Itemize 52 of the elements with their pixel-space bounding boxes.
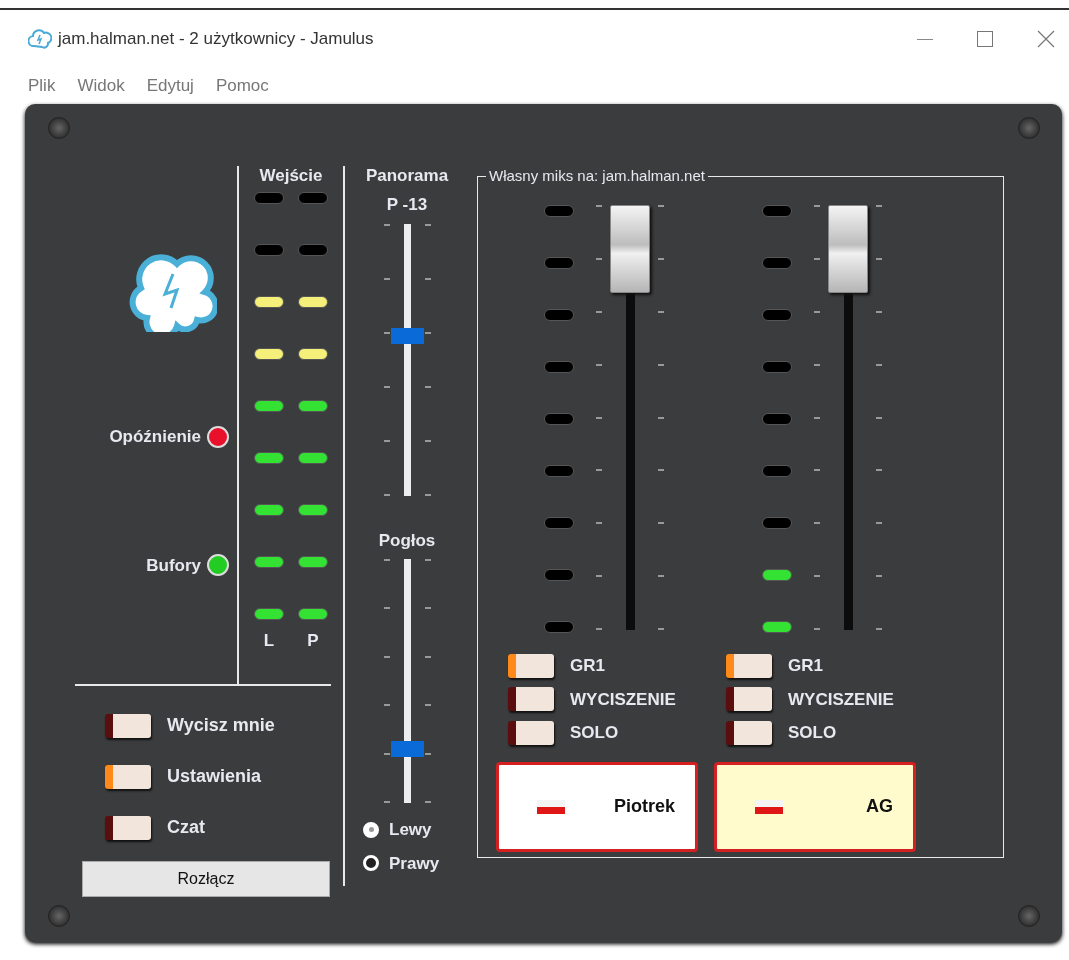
- disconnect-button[interactable]: Rozłącz: [82, 861, 330, 897]
- cloud-icon: [28, 28, 52, 50]
- window-title: jam.halman.net - 2 użytkownicy - Jamulus: [58, 28, 374, 51]
- toggle-label: GR1: [788, 655, 823, 677]
- channel-name-button[interactable]: AG: [714, 761, 916, 852]
- vertical-slider[interactable]: [390, 223, 424, 496]
- toggle-label: GR1: [570, 655, 605, 677]
- toggle-label: WYCISZENIE: [570, 688, 676, 711]
- toggle-button[interactable]: [508, 720, 554, 745]
- toggle-label: WYCISZENIE: [788, 688, 894, 711]
- toggle-label: Ustawienia: [167, 765, 262, 788]
- toggle-button[interactable]: [726, 653, 772, 678]
- channel-label: L: [263, 630, 275, 652]
- toggle-label: Czat: [167, 816, 205, 839]
- vertical-slider[interactable]: [390, 559, 424, 803]
- maximize-button[interactable]: [977, 31, 993, 47]
- flag-icon: [755, 799, 783, 814]
- radio-label: Prawy: [389, 852, 440, 875]
- reverb-title: Pogłos: [378, 529, 436, 552]
- menu-item[interactable]: Pomoc: [215, 73, 269, 99]
- toggle-button[interactable]: [508, 687, 554, 712]
- screw-icon: [1018, 117, 1040, 139]
- screw-icon: [48, 905, 70, 927]
- minimize-button[interactable]: [917, 38, 933, 40]
- menu-item[interactable]: Plik: [28, 73, 56, 99]
- toggle-button[interactable]: [508, 653, 554, 678]
- fader-knob[interactable]: [610, 205, 650, 293]
- radio-button[interactable]: [363, 855, 379, 872]
- toggle-label: SOLO: [570, 722, 619, 744]
- pan-title: Panorama: [365, 166, 449, 186]
- flag-icon: [537, 799, 565, 814]
- radio-button[interactable]: [363, 821, 379, 838]
- toggle-label: SOLO: [788, 722, 837, 744]
- channel-name-button[interactable]: Piotrek: [496, 761, 698, 852]
- toggle-button[interactable]: [105, 713, 151, 738]
- toggle-button[interactable]: [726, 687, 772, 712]
- toggle-button[interactable]: [105, 764, 151, 789]
- menu-item[interactable]: Widok: [77, 73, 125, 99]
- menu-item[interactable]: Edytuj: [146, 73, 194, 99]
- screw-icon: [48, 117, 70, 139]
- fader-knob[interactable]: [828, 205, 868, 293]
- pan-reading: P -13: [386, 194, 428, 216]
- screw-icon: [1018, 905, 1040, 927]
- radio-label: Lewy: [389, 819, 432, 841]
- channel-label: P: [307, 630, 319, 652]
- status-label: Opóźnienie: [109, 426, 201, 448]
- close-icon[interactable]: [1037, 30, 1055, 48]
- meter-title: Wejście: [259, 166, 323, 186]
- toggle-button[interactable]: [105, 815, 151, 840]
- status-label: Bufory: [146, 554, 201, 577]
- toggle-label: Wycisz mnie: [167, 714, 275, 737]
- toggle-button[interactable]: [726, 720, 772, 745]
